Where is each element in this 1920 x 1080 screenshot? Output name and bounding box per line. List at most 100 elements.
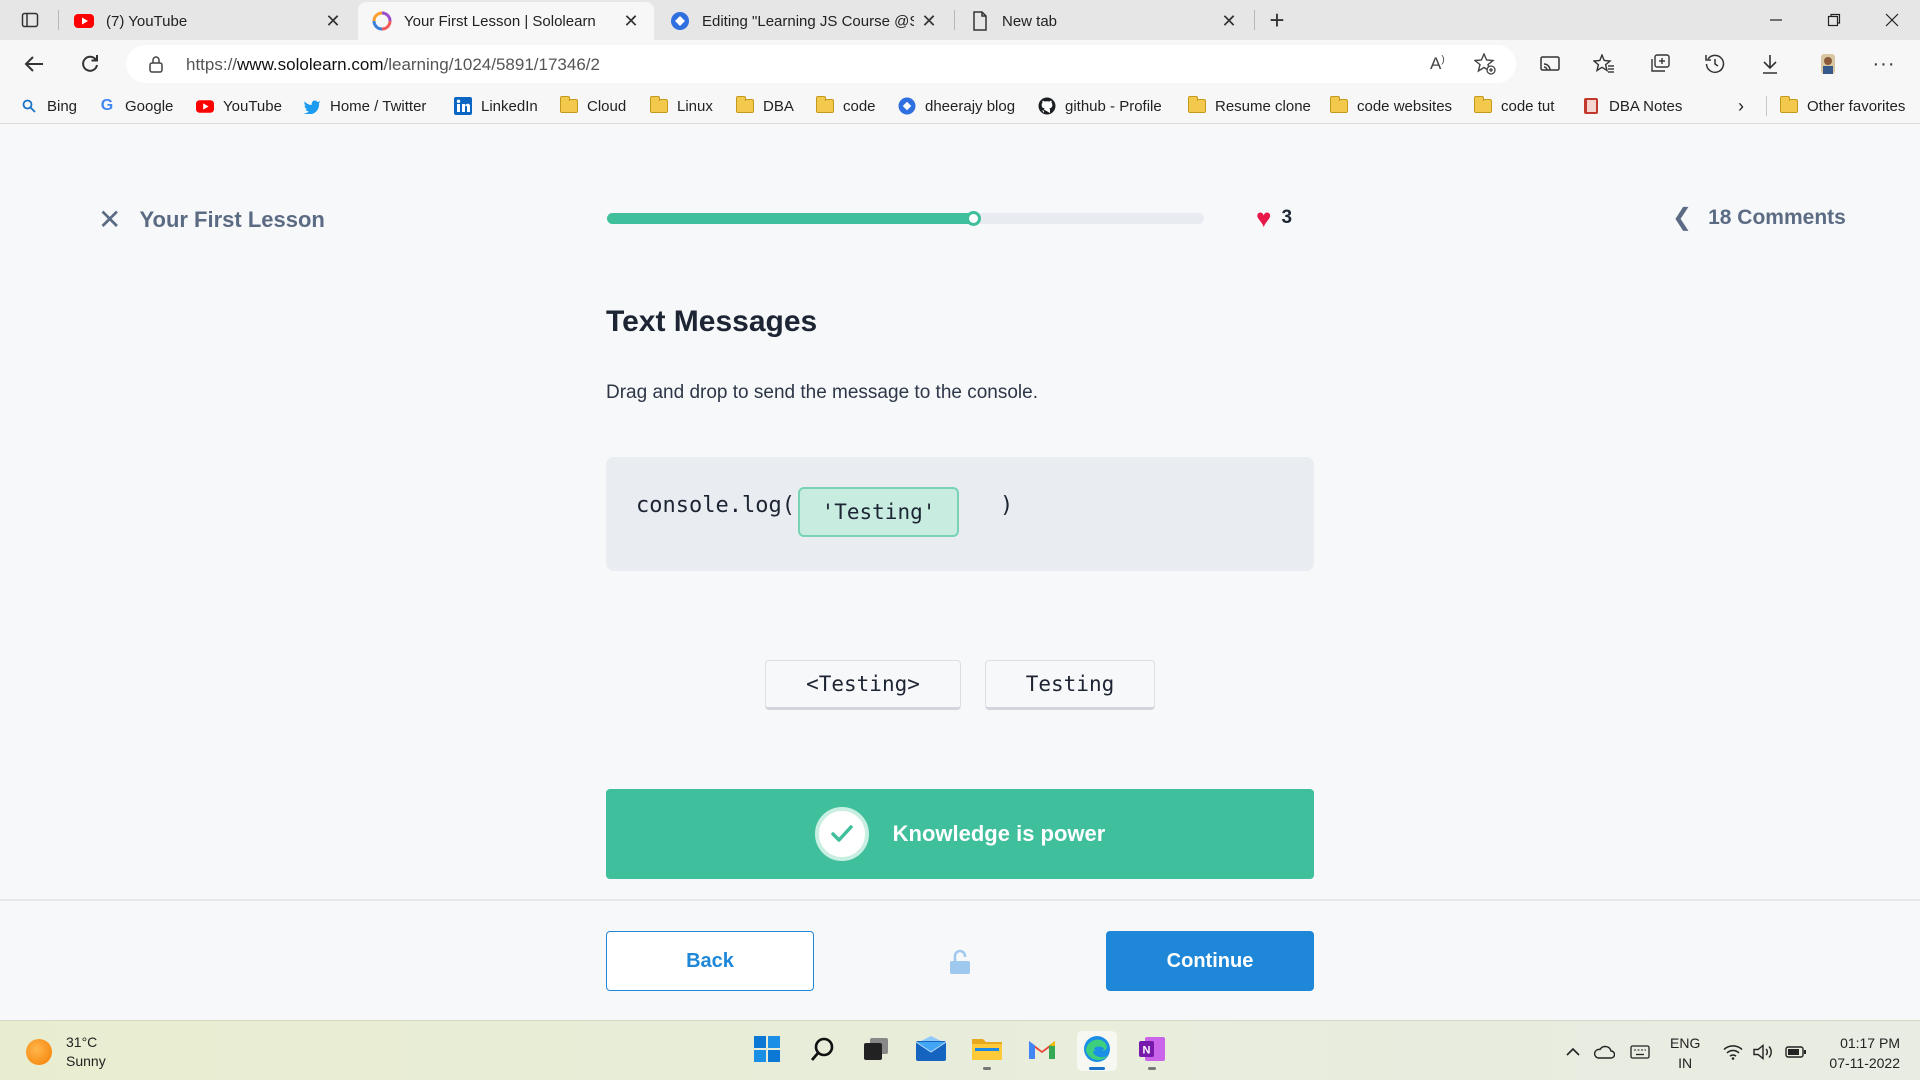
profile-avatar[interactable] xyxy=(1814,52,1842,76)
tab-separator xyxy=(58,10,59,30)
tab-youtube[interactable]: (7) YouTube ✕ xyxy=(60,2,356,40)
bookmark-folder-dba[interactable]: DBA xyxy=(736,94,794,118)
bookmark-folder-resume-clone[interactable]: Resume clone xyxy=(1188,94,1311,118)
taskbar-gmail[interactable] xyxy=(1022,1031,1062,1071)
back-arrow-icon[interactable] xyxy=(18,50,50,78)
close-tab-icon[interactable]: ✕ xyxy=(622,11,640,32)
edit-site-icon xyxy=(670,11,690,31)
sololearn-icon xyxy=(372,11,392,31)
bookmark-youtube[interactable]: YouTube xyxy=(196,94,282,118)
add-favorite-icon[interactable] xyxy=(1473,52,1496,80)
bookmark-label: code xyxy=(843,97,876,115)
cast-icon[interactable] xyxy=(1536,52,1564,76)
taskbar-edge[interactable] xyxy=(1077,1031,1117,1071)
bookmark-label: Google xyxy=(125,97,174,115)
folder-icon xyxy=(1474,96,1492,115)
code-open: console.log( xyxy=(636,493,795,518)
volume-icon[interactable] xyxy=(1750,1041,1776,1063)
taskbar-mail[interactable] xyxy=(911,1031,951,1071)
more-menu-icon[interactable]: ··· xyxy=(1870,52,1898,76)
tab-editing[interactable]: Editing "Learning JS Course @Sc ✕ xyxy=(656,2,952,40)
bookmark-bing[interactable]: Bing xyxy=(20,94,77,118)
bookmark-folder-code-websites[interactable]: code websites xyxy=(1330,94,1452,118)
taskbar-search-button[interactable] xyxy=(803,1031,843,1071)
bookmark-folder-code[interactable]: code xyxy=(816,94,876,118)
running-indicator xyxy=(1148,1067,1156,1070)
read-aloud-icon[interactable]: A) xyxy=(1430,54,1445,74)
show-hidden-icons-chevron-icon[interactable] xyxy=(1562,1041,1584,1063)
taskbar-onenote[interactable]: N xyxy=(1132,1031,1172,1071)
input-language[interactable]: ENG IN xyxy=(1670,1033,1700,1073)
weather-widget[interactable]: 31°C Sunny xyxy=(26,1033,106,1071)
bookmark-other-favorites[interactable]: Other favorites xyxy=(1780,94,1905,118)
tab-sololearn[interactable]: Your First Lesson | Sololearn ✕ xyxy=(358,2,654,40)
youtube-icon xyxy=(74,11,94,31)
continue-button[interactable]: Continue xyxy=(1106,931,1314,991)
checkmark-icon xyxy=(814,807,869,861)
url-text[interactable]: https://www.sololearn.com/learning/1024/… xyxy=(186,55,600,75)
collections-icon[interactable] xyxy=(1646,52,1674,76)
twitter-icon xyxy=(303,97,321,115)
close-window-icon[interactable] xyxy=(1864,0,1920,40)
bookmark-linkedin[interactable]: LinkedIn xyxy=(454,94,538,118)
blog-icon xyxy=(898,97,916,115)
edge-icon xyxy=(1082,1034,1112,1069)
comments-label: 18 Comments xyxy=(1708,205,1846,229)
bookmark-folder-cloud[interactable]: Cloud xyxy=(560,94,626,118)
bookmark-label: Resume clone xyxy=(1215,97,1311,115)
task-view-button[interactable] xyxy=(856,1031,896,1071)
battery-icon[interactable] xyxy=(1782,1041,1810,1063)
downloads-icon[interactable] xyxy=(1756,52,1784,76)
folder-icon xyxy=(560,96,578,115)
folder-icon xyxy=(650,96,668,115)
close-icon[interactable]: ✕ xyxy=(98,203,121,236)
start-button[interactable] xyxy=(747,1031,787,1071)
url-bar[interactable]: https://www.sololearn.com/learning/1024/… xyxy=(126,45,1516,83)
folder-icon xyxy=(1330,96,1348,115)
option-chip[interactable]: Testing xyxy=(985,660,1155,710)
bookmark-label: DBA xyxy=(763,97,794,115)
minimize-icon[interactable] xyxy=(1748,0,1804,40)
bookmarks-overflow-chevron-icon[interactable]: › xyxy=(1738,94,1744,118)
lesson-page: ✕ Your First Lesson ♥ 3 ❮ 18 Comments Te… xyxy=(0,125,1920,1020)
folder-icon xyxy=(1188,96,1206,115)
system-clock[interactable]: 01:17 PM 07-11-2022 xyxy=(1820,1033,1900,1073)
favorites-bar: Bing G Google YouTube Home / Twitter Lin… xyxy=(0,88,1920,124)
bookmark-twitter[interactable]: Home / Twitter xyxy=(303,94,426,118)
bookmark-dheerajy-blog[interactable]: dheerajy blog xyxy=(898,94,1015,118)
bookmark-label: code tut xyxy=(1501,97,1555,115)
bookmark-github[interactable]: github - Profile xyxy=(1038,94,1162,118)
feedback-text: Knowledge is power xyxy=(892,821,1106,846)
back-button[interactable]: Back xyxy=(606,931,814,991)
tab-actions-icon[interactable] xyxy=(18,8,42,32)
wifi-icon[interactable] xyxy=(1720,1041,1746,1063)
bookmark-folder-linux[interactable]: Linux xyxy=(650,94,713,118)
lock-icon[interactable] xyxy=(148,55,164,78)
comments-button[interactable]: ❮ 18 Comments xyxy=(1672,203,1846,232)
restore-icon[interactable] xyxy=(1806,0,1862,40)
youtube-icon xyxy=(196,97,214,115)
progress-fill xyxy=(607,213,975,224)
keyboard-icon[interactable] xyxy=(1626,1041,1654,1063)
close-tab-icon[interactable]: ✕ xyxy=(324,11,342,32)
close-tab-icon[interactable]: ✕ xyxy=(1220,11,1238,32)
favorites-icon[interactable] xyxy=(1590,52,1618,76)
bookmark-label: github - Profile xyxy=(1065,97,1162,115)
code-close: ) xyxy=(1000,493,1014,518)
drop-slot-answer[interactable]: 'Testing' xyxy=(798,487,959,537)
refresh-icon[interactable] xyxy=(74,50,106,78)
bookmark-folder-code-tut[interactable]: code tut xyxy=(1474,94,1554,118)
tab-new-tab[interactable]: New tab ✕ xyxy=(956,2,1252,40)
option-chip[interactable]: <Testing> xyxy=(765,660,961,710)
linkedin-icon xyxy=(454,97,472,115)
bookmark-dba-notes[interactable]: DBA Notes xyxy=(1582,94,1682,118)
lesson-title: Text Messages xyxy=(606,305,818,338)
onedrive-cloud-icon[interactable] xyxy=(1590,1041,1618,1063)
new-tab-plus-icon[interactable]: + xyxy=(1265,5,1289,35)
unlock-icon[interactable] xyxy=(948,949,972,975)
history-icon[interactable] xyxy=(1701,52,1729,76)
close-tab-icon[interactable]: ✕ xyxy=(920,11,938,32)
taskbar-file-explorer[interactable] xyxy=(967,1031,1007,1071)
close-lesson-button[interactable]: ✕ Your First Lesson xyxy=(98,203,325,236)
bookmark-google[interactable]: G Google xyxy=(98,94,174,118)
